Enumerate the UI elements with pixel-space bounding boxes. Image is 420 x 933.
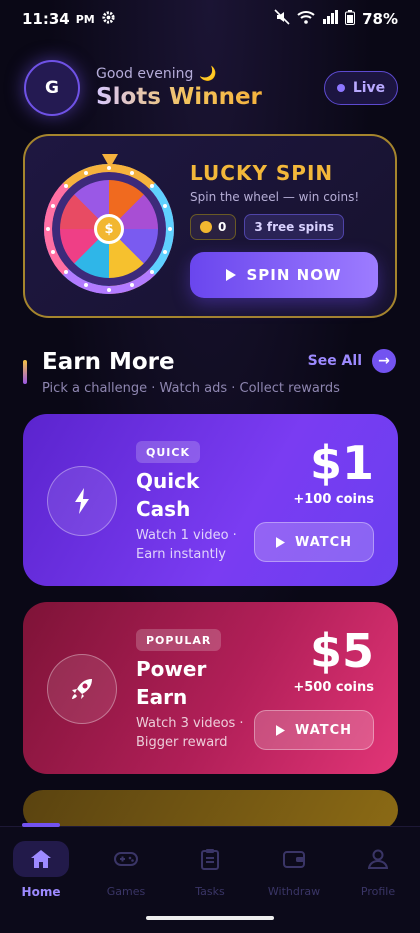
wheel-rim-dot	[83, 170, 88, 175]
see-all-link[interactable]: See All →	[308, 349, 396, 373]
nav-label-profile: Profile	[360, 885, 396, 898]
section-accent-bar	[23, 360, 27, 384]
watch-label: WATCH	[294, 722, 353, 738]
nav-item-profile[interactable]: Profile	[343, 841, 413, 898]
lucky-spin-subtitle: Spin the wheel — win coins!	[190, 190, 360, 204]
spin-now-button[interactable]: SPIN NOW	[190, 252, 378, 298]
live-dot-icon	[336, 84, 345, 92]
wallet-icon	[266, 841, 322, 877]
greeting-block: Good evening 🌙 Slots Winner	[96, 66, 262, 110]
arrow-right-icon: →	[372, 349, 396, 373]
rocket-icon	[47, 654, 117, 724]
lucky-spin-card: $ LUCKY SPIN Spin the wheel — win coins!…	[23, 134, 397, 318]
earn-more-subtitle: Pick a challenge · Watch ads · Collect r…	[42, 381, 340, 396]
offer-title: Power Earn	[136, 657, 207, 709]
home-icon	[13, 841, 69, 877]
offer-card-power-earn[interactable]: POPULAR Power Earn Watch 3 videos · Bigg…	[23, 602, 398, 774]
nav-label-tasks: Tasks	[195, 885, 225, 898]
user-icon	[350, 841, 406, 877]
free-spins-chip: 3 free spins	[244, 214, 345, 240]
avatar[interactable]: G	[24, 60, 80, 116]
header: G Good evening 🌙 Slots Winner Live	[24, 58, 398, 118]
nav-label-home: Home	[21, 885, 61, 899]
lightning-icon	[47, 466, 117, 536]
offer-title: Quick Cash	[136, 469, 200, 521]
wheel-rim-dot	[63, 270, 68, 275]
status-left: 11:34 PM	[22, 10, 116, 29]
mute-icon	[274, 9, 290, 29]
offer-coins: +500 coins	[293, 680, 374, 695]
greeting-text: Good evening	[96, 66, 194, 82]
nav-item-home[interactable]: Home	[6, 841, 76, 899]
coin-balance-chip: 0	[190, 214, 237, 240]
gamepad-icon	[98, 841, 154, 877]
offer-tag: QUICK	[136, 441, 200, 463]
nav-item-withdraw[interactable]: Withdraw	[259, 841, 329, 898]
nav-item-tasks[interactable]: Tasks	[175, 841, 245, 898]
wheel-rim-dot	[63, 183, 68, 188]
clipboard-icon	[182, 841, 238, 877]
spin-now-label: SPIN NOW	[246, 266, 342, 284]
wheel-rim-dot	[150, 183, 155, 188]
live-badge[interactable]: Live	[324, 71, 398, 105]
spin-wheel[interactable]: $	[44, 154, 174, 294]
page-title: Slots Winner	[96, 84, 262, 110]
nav-active-indicator	[22, 823, 60, 827]
offer-coins: +100 coins	[293, 492, 374, 507]
wheel-hub-coin-icon: $	[94, 214, 124, 244]
play-icon	[226, 269, 237, 281]
wheel-rim-dot	[46, 227, 50, 231]
battery-icon	[345, 9, 356, 29]
status-bar: 11:34 PM 78%	[0, 0, 420, 38]
battery-percent: 78%	[362, 10, 398, 28]
watch-label: WATCH	[294, 534, 353, 550]
offer-amount: $1	[309, 436, 374, 490]
offer-desc: Watch 1 video · Earn instantly	[136, 528, 237, 562]
earn-more-title: Earn More	[42, 349, 175, 375]
offer-card-partial[interactable]	[23, 790, 398, 830]
play-icon	[275, 724, 285, 736]
offer-desc: Watch 3 videos · Bigger reward	[136, 716, 244, 750]
home-indicator[interactable]	[146, 916, 274, 920]
watch-button[interactable]: WATCH	[254, 522, 374, 562]
lucky-spin-title: LUCKY SPIN	[190, 161, 334, 185]
wheel-rim-dot	[50, 203, 55, 208]
signal-icon	[322, 10, 339, 28]
watch-button[interactable]: WATCH	[254, 710, 374, 750]
gear-icon	[101, 10, 116, 29]
status-time: 11:34	[22, 10, 70, 28]
see-all-label: See All	[307, 353, 362, 369]
nav-label-withdraw: Withdraw	[267, 885, 321, 898]
offer-tag: POPULAR	[136, 629, 222, 651]
wheel-rim-dot	[107, 166, 111, 170]
coin-balance: 0	[218, 220, 227, 234]
wheel-rim-dot	[168, 227, 172, 231]
wheel-rim-dot	[107, 288, 111, 292]
live-label: Live	[352, 80, 386, 96]
nav-item-games[interactable]: Games	[91, 841, 161, 898]
status-ampm: PM	[75, 12, 95, 26]
coin-icon	[200, 221, 212, 233]
greeting: Good evening 🌙	[96, 66, 262, 82]
wheel-face: $	[44, 164, 174, 294]
spin-chips: 0 3 free spins	[190, 214, 345, 240]
play-icon	[275, 536, 285, 548]
offer-amount: $5	[309, 624, 374, 678]
nav-label-games: Games	[106, 885, 146, 898]
wifi-icon	[297, 10, 315, 28]
status-right: 78%	[274, 9, 398, 29]
moon-icon: 🌙	[199, 66, 217, 82]
offer-card-quick-cash[interactable]: QUICK Quick Cash Watch 1 video · Earn in…	[23, 414, 398, 586]
